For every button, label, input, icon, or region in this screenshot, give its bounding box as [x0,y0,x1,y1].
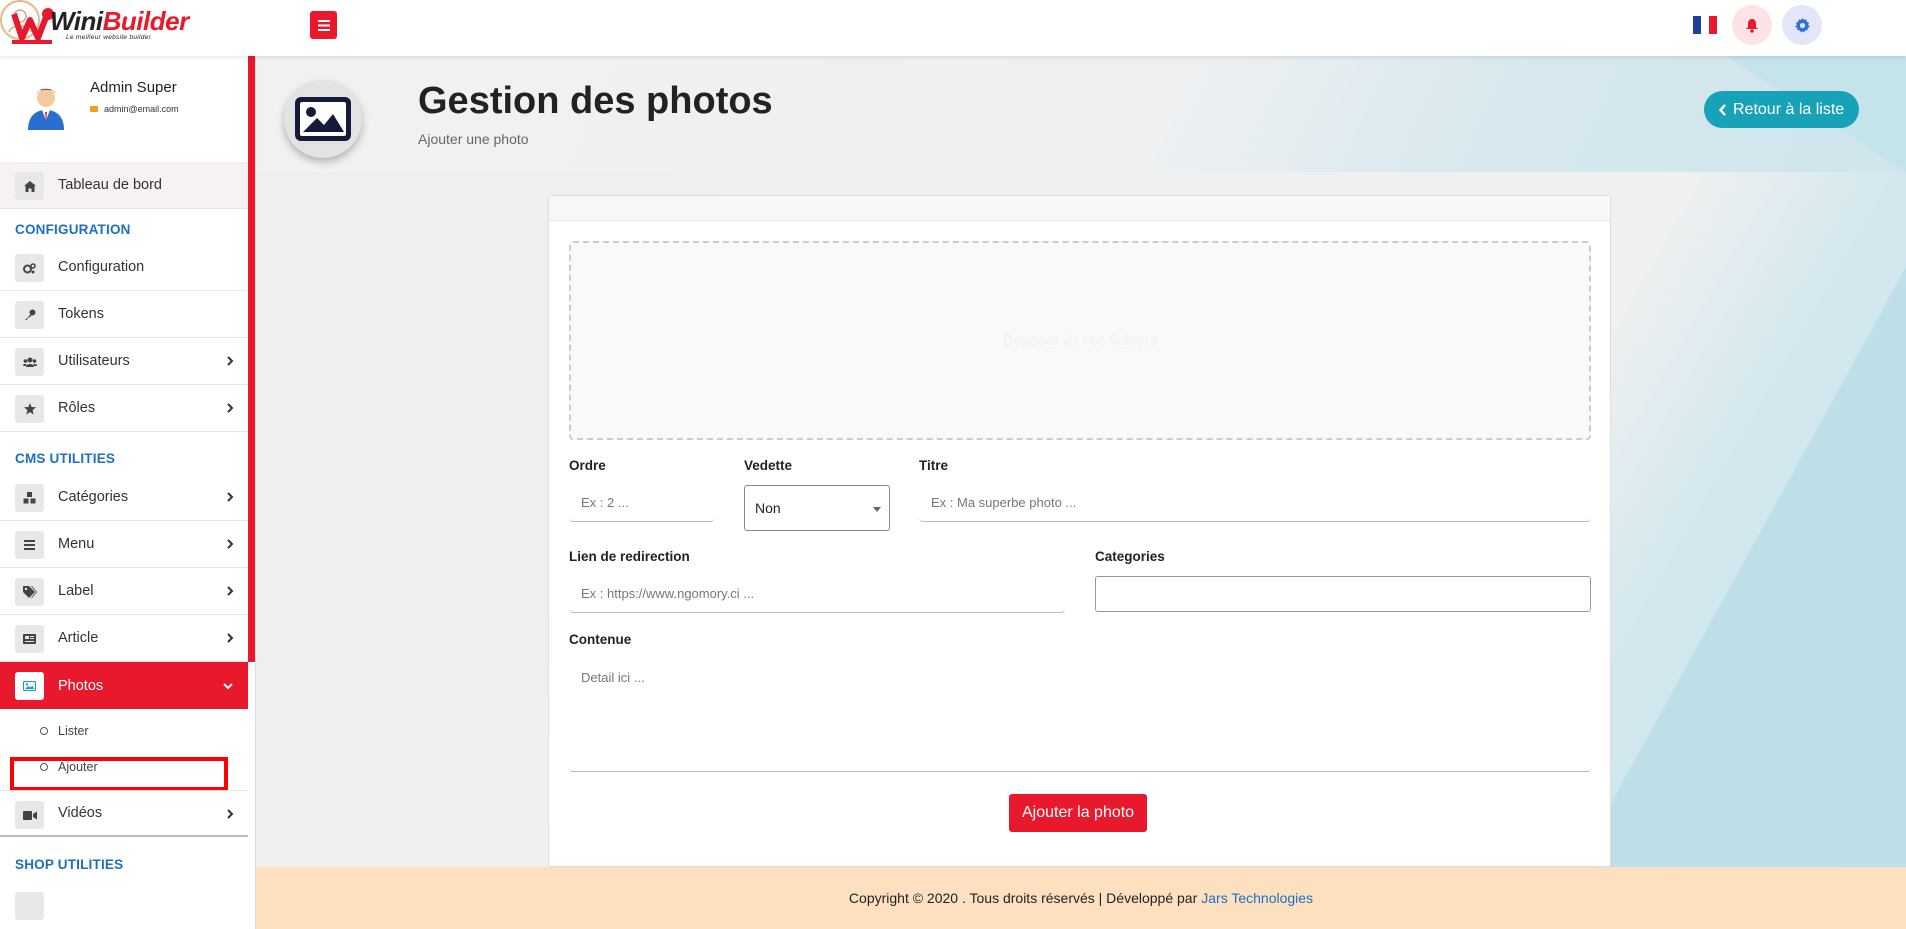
sidebar-item-menu[interactable]: Menu [0,521,248,568]
star-icon [15,395,44,423]
menu-toggle-button[interactable] [310,11,337,39]
cogs-icon [15,254,44,282]
bell-icon [1746,18,1758,33]
hamburger-icon [317,19,330,31]
categories-label: Categories [1095,549,1165,564]
sidebar-item-categories[interactable]: Catégories [0,474,248,521]
page-title: Gestion des photos [418,80,773,122]
top-navbar: WiniBuilder Le meilleur website builder [0,0,1906,56]
sidebar-item-article[interactable]: Article [0,615,248,662]
section-title-cms: CMS UTILITIES [15,451,116,466]
vedette-select[interactable]: Non [744,485,890,531]
image-icon [15,672,44,700]
content-decoration [1576,267,1906,867]
footer: Copyright © 2020 . Tous droits réservés … [256,867,1906,929]
sidebar-item-tokens[interactable]: Tokens [0,291,248,338]
page-subtitle: Ajouter une photo [418,131,529,147]
user-name: Admin Super [90,79,177,96]
home-icon [15,172,44,200]
sidebar-item-configuration[interactable]: Configuration [0,244,248,291]
section-title-configuration: CONFIGURATION [15,222,131,237]
chevron-right-icon [227,492,234,502]
file-dropzone[interactable]: Deposer ici vos fichiers [569,241,1591,440]
chevron-right-icon [227,586,234,596]
user-profile-block: Admin Super admin@email.com [0,56,248,160]
footer-company-link[interactable]: Jars Technologies [1201,890,1313,906]
key-icon [15,301,44,329]
chevron-right-icon [227,356,234,366]
caret-down-icon [873,507,881,512]
chevron-down-icon [223,683,233,690]
brand-name: WiniBuilder [50,6,189,36]
titre-input[interactable] [919,484,1591,522]
titre-label: Titre [919,458,949,473]
chevron-left-icon [1719,103,1726,116]
brand-logo[interactable]: WiniBuilder Le meilleur website builder [10,4,189,48]
contenue-label: Contenue [569,632,632,647]
highlight-annotation [10,757,228,791]
chevron-right-icon [227,633,234,643]
shop-icon [15,892,44,920]
sidebar: Admin Super admin@email.com Tableau de b… [0,56,256,929]
card-header [549,196,1610,221]
chevron-right-icon [227,539,234,549]
vedette-label: Vedette [744,458,793,473]
circle-icon [40,727,48,735]
user-email: admin@email.com [90,104,179,114]
tags-icon [15,578,44,606]
cubes-icon [15,484,44,512]
back-to-list-button[interactable]: Retour à la liste [1704,91,1860,128]
sidebar-subitem-lister[interactable]: Lister [40,724,89,738]
categories-select[interactable] [1095,576,1591,612]
newspaper-icon [15,625,44,653]
sidebar-item-shop-partial[interactable] [0,882,248,929]
chevron-right-icon [227,809,234,819]
redirect-link-input[interactable] [569,575,1065,613]
section-title-shop: SHOP UTILITIES [15,857,124,872]
notifications-button[interactable] [1732,5,1772,45]
sidebar-item-label[interactable]: Label [0,568,248,615]
settings-button[interactable] [1782,5,1822,45]
users-icon [15,348,44,376]
photo-form-card: Deposer ici vos fichiers Ordre Vedette N… [548,195,1611,867]
page-header-icon [284,80,362,158]
ordre-label: Ordre [569,458,606,473]
image-icon [295,97,351,141]
sidebar-item-roles[interactable]: Rôles [0,385,248,432]
page-header: Gestion des photos Ajouter une photo Ret… [256,56,1906,172]
gear-icon [1794,17,1810,33]
sidebar-accent-bar [248,56,255,662]
bars-icon [15,531,44,559]
ordre-input[interactable] [569,484,714,522]
lien-label: Lien de redirection [569,549,690,564]
admin-avatar-icon [28,88,64,130]
sidebar-item-users[interactable]: Utilisateurs [0,338,248,385]
sidebar-item-videos[interactable]: Vidéos [0,790,248,837]
sidebar-item-dashboard[interactable]: Tableau de bord [0,162,248,209]
envelope-icon [90,106,98,112]
language-flag-fr[interactable] [1693,16,1717,34]
footer-copyright: Copyright © 2020 . Tous droits réservés … [848,890,1198,906]
chevron-right-icon [227,403,234,413]
brand-tagline: Le meilleur website builder [66,34,152,41]
contenue-textarea[interactable] [569,658,1591,772]
sidebar-item-photos[interactable]: Photos [0,662,248,709]
add-photo-button[interactable]: Ajouter la photo [1009,794,1148,832]
video-camera-icon [15,801,44,829]
